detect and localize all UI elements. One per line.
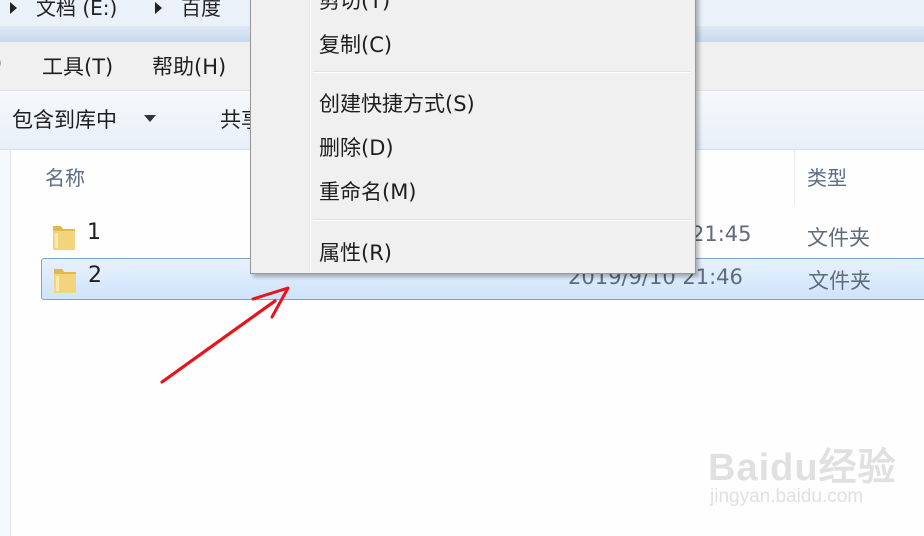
red-arrow-annotation xyxy=(160,286,290,384)
watermark-brand: Baidu经验 xyxy=(708,447,897,489)
context-menu-item-create-shortcut[interactable]: 创建快捷方式(S) xyxy=(319,88,475,118)
context-menu-item-properties[interactable]: 属性(R) xyxy=(319,237,392,267)
menu-item-tools[interactable]: 工具(T) xyxy=(42,51,113,81)
context-menu-separator xyxy=(313,219,691,221)
baidu-jingyan-watermark: Baidu经验 jingyan.baidu.com xyxy=(700,436,896,516)
dropdown-caret-icon[interactable] xyxy=(144,115,156,122)
folder-icon xyxy=(53,226,75,250)
context-menu-item-delete[interactable]: 删除(D) xyxy=(319,132,394,162)
breadcrumb-folder[interactable]: 百度 xyxy=(181,0,221,21)
column-header-name[interactable]: 名称 xyxy=(45,162,85,191)
context-menu-item-copy[interactable]: 复制(C) xyxy=(319,29,392,59)
context-menu-item-cut[interactable]: 剪切(T) xyxy=(319,0,390,15)
context-menu-icon-gutter xyxy=(309,0,310,273)
column-divider[interactable] xyxy=(794,150,795,206)
navigation-pane[interactable] xyxy=(0,150,11,536)
column-header-type[interactable]: 类型 xyxy=(807,162,847,191)
menu-item-help[interactable]: 帮助(H) xyxy=(152,51,226,81)
file-date-modified: 21:45 xyxy=(691,222,752,246)
context-menu: 剪切(T) 复制(C) 创建快捷方式(S) 删除(D) 重命名(M) 属性(R) xyxy=(250,0,696,274)
file-type: 文件夹 xyxy=(808,269,871,293)
breadcrumb-arrow-icon[interactable] xyxy=(10,2,17,14)
include-in-library-button[interactable]: 包含到库中 xyxy=(12,104,117,134)
menu-item-view-partial[interactable]: ) xyxy=(0,51,2,75)
folder-icon xyxy=(54,269,76,293)
context-menu-separator xyxy=(313,71,691,73)
file-name: 1 xyxy=(87,220,101,245)
watermark-site: jingyan.baidu.com xyxy=(710,486,864,507)
file-type: 文件夹 xyxy=(807,226,870,250)
file-name: 2 xyxy=(88,263,102,288)
breadcrumb-arrow-icon[interactable] xyxy=(155,2,162,14)
context-menu-item-rename[interactable]: 重命名(M) xyxy=(319,176,417,206)
breadcrumb-drive[interactable]: 文档 (E:) xyxy=(36,0,117,21)
